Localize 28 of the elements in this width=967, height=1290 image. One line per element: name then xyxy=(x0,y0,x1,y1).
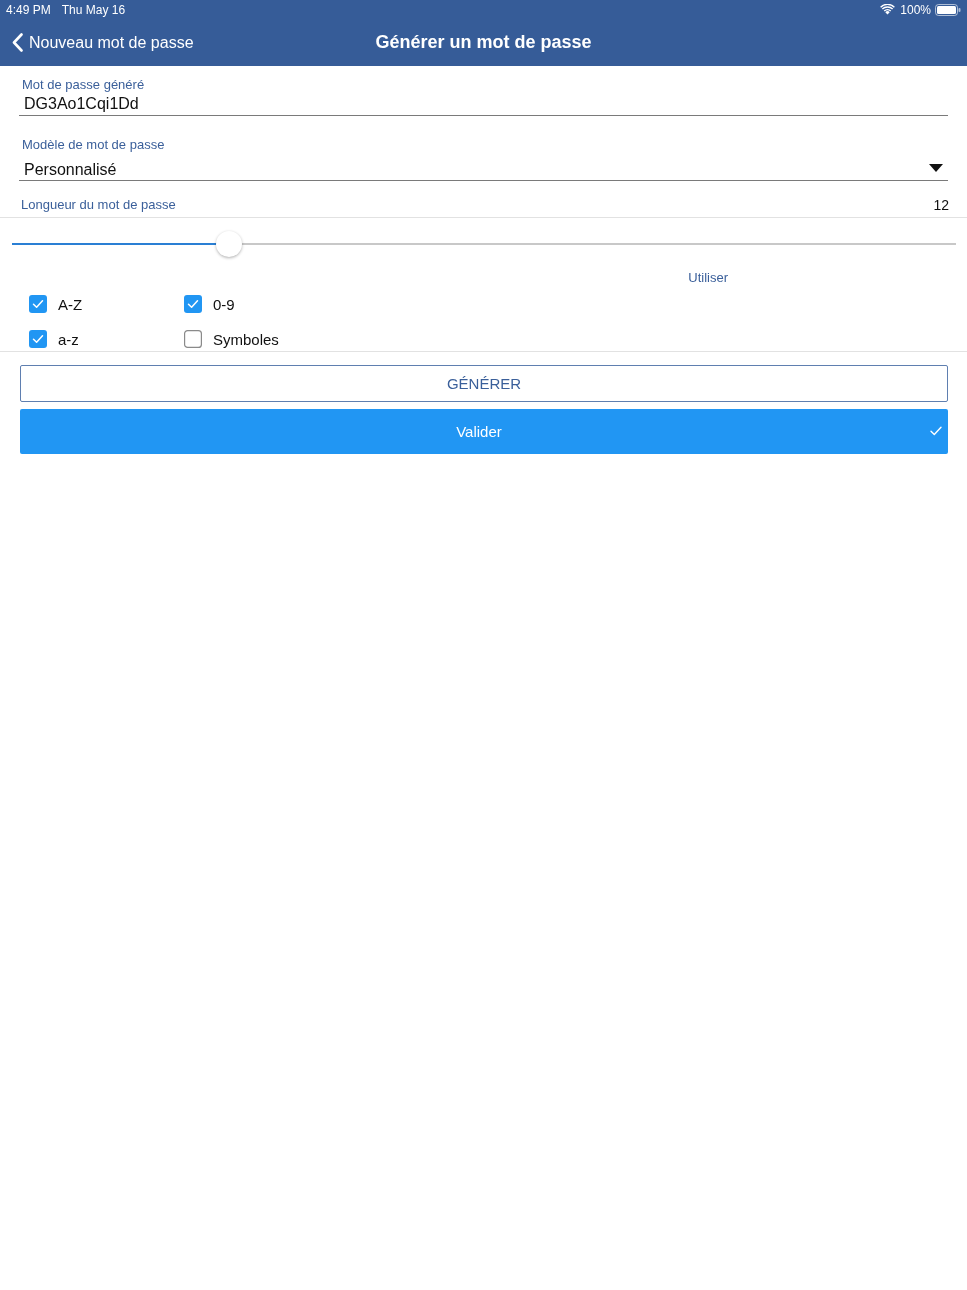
length-label: Longueur du mot de passe xyxy=(20,197,176,213)
checkbox[interactable] xyxy=(184,295,202,313)
caret-down-icon xyxy=(929,163,943,172)
length-slider[interactable] xyxy=(12,231,956,257)
battery-icon xyxy=(935,3,961,16)
dropdown-field[interactable]: Personnalisé xyxy=(19,153,948,181)
checkbox-label[interactable]: 0-9 xyxy=(213,295,235,313)
slider-thumb[interactable] xyxy=(216,231,243,257)
field-label: Mot de passe généré xyxy=(21,77,146,93)
back-button[interactable]: Nouveau mot de passe xyxy=(0,33,194,52)
options-heading: Utiliser xyxy=(688,270,728,285)
battery-percent: 100% xyxy=(900,2,931,17)
checkbox[interactable] xyxy=(29,330,47,348)
status-time: 4:49 PM xyxy=(6,2,51,17)
checkbox[interactable] xyxy=(29,295,47,313)
page-title: Générer un mot de passe xyxy=(375,32,592,53)
field-label: Modèle de mot de passe xyxy=(21,137,166,153)
checkbox-label[interactable]: A-Z xyxy=(58,295,83,313)
chevron-left-icon xyxy=(12,33,23,52)
length-value: 12 xyxy=(933,197,949,213)
wifi-icon xyxy=(880,4,896,15)
status-date: Thu May 16 xyxy=(61,2,126,17)
check-icon xyxy=(930,426,942,436)
generate-button[interactable]: GÉNÉRER xyxy=(20,365,948,402)
checkbox[interactable] xyxy=(184,330,202,348)
password-field[interactable]: DG3Ao1Cqi1Dd xyxy=(19,93,948,116)
checkbox-label[interactable]: Symboles xyxy=(213,330,279,348)
checkbox-label[interactable]: a-z xyxy=(58,330,79,348)
